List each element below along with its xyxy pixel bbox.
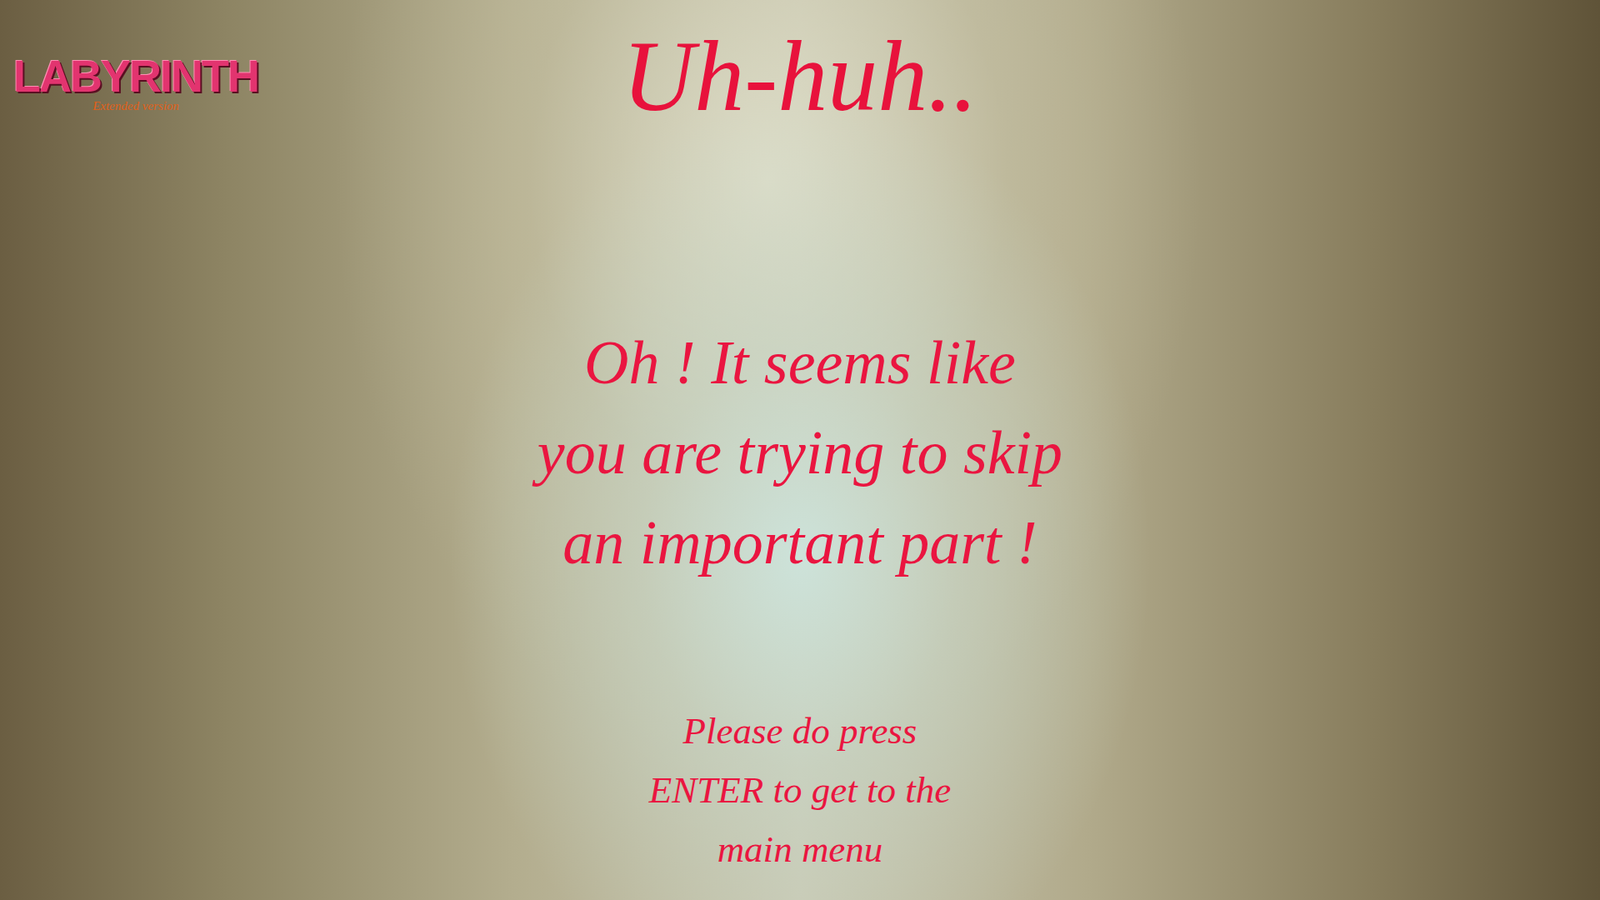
- warning-message: Oh ! It seems likeyou are trying to skip…: [537, 317, 1063, 588]
- message-line: an important part !: [562, 497, 1037, 588]
- prompt-line: Please do press: [683, 701, 918, 761]
- prompt-line: ENTER to get to the: [649, 760, 951, 820]
- heading: Uh-huh..: [622, 16, 979, 137]
- skip-warning-screen: LABYRINTHExtended version Uh-huh.. Oh ! It…: [0, 0, 1600, 900]
- prompt-line: main menu: [717, 820, 884, 880]
- message-line: you are trying to skip: [537, 407, 1063, 498]
- message-line: Oh ! It seems like: [584, 317, 1016, 408]
- logo-subtitle: Extended version: [92, 99, 180, 114]
- logo-title: LABYRINTH: [13, 51, 259, 101]
- enter-prompt: Please do pressENTER to get to themain m…: [649, 701, 951, 880]
- game-logo: LABYRINTHExtended version: [13, 51, 259, 114]
